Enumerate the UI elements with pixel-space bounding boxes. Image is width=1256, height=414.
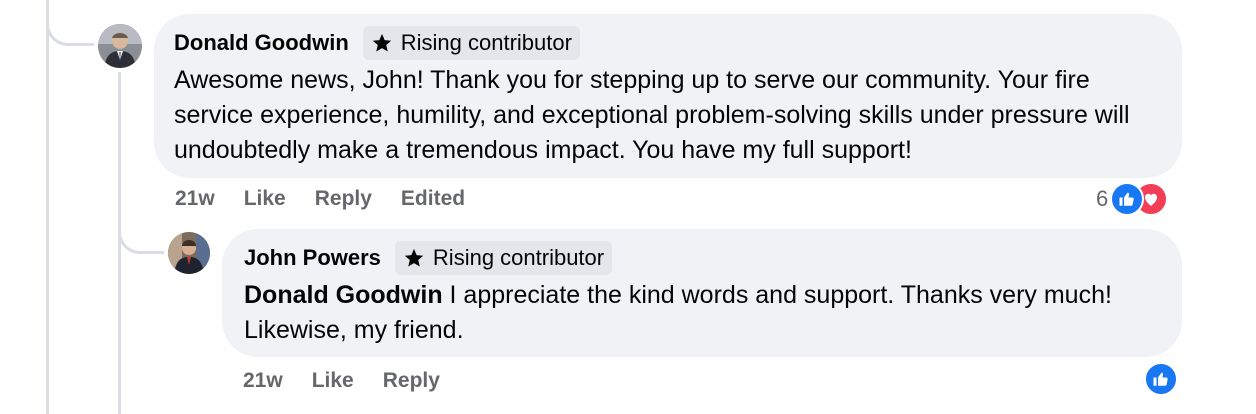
rising-contributor-badge[interactable]: Rising contributor [362,26,580,60]
comment-timestamp[interactable]: 21w [175,187,215,211]
like-button[interactable]: Like [244,187,286,211]
avatar[interactable] [98,24,142,68]
like-button[interactable]: Like [312,369,354,393]
badge-label: Rising contributor [432,245,605,270]
edited-label[interactable]: Edited [401,187,465,211]
like-icon [1110,182,1145,216]
like-icon [1144,362,1178,396]
comment-reactions[interactable]: 6 [1096,182,1169,216]
reply-reactions[interactable] [1144,362,1178,396]
thread-branch-reply [118,200,164,254]
comment-bubble: Donald Goodwin Rising contributor Awesom… [154,14,1182,178]
reaction-count: 6 [1096,186,1109,211]
reply-text: Donald Goodwin I appreciate the kind wor… [244,278,1160,348]
reply-bubble: John Powers Rising contributor Donald Go… [222,229,1182,357]
star-icon [372,33,391,52]
badge-label: Rising contributor [400,30,572,55]
comment-actions: 21w Like Reply Edited [175,187,465,211]
reply-header: John Powers Rising contributor [244,241,1160,275]
reply-button[interactable]: Reply [315,187,372,211]
comment-author-name[interactable]: Donald Goodwin [174,30,349,56]
reply-button[interactable]: Reply [383,369,440,393]
mention-link[interactable]: Donald Goodwin [244,281,443,309]
comment-text: Awesome news, John! Thank you for steppi… [174,66,1130,164]
comment-header: Donald Goodwin Rising contributor [174,26,1162,60]
reply-timestamp[interactable]: 21w [243,369,283,393]
rising-contributor-badge[interactable]: Rising contributor [394,241,613,275]
reply-author-name[interactable]: John Powers [244,245,381,271]
avatar[interactable] [168,232,210,274]
star-icon [404,248,424,267]
reply-actions: 21w Like Reply [243,369,440,393]
thread-branch-comment [46,0,94,46]
thread-line-outer [46,0,49,414]
